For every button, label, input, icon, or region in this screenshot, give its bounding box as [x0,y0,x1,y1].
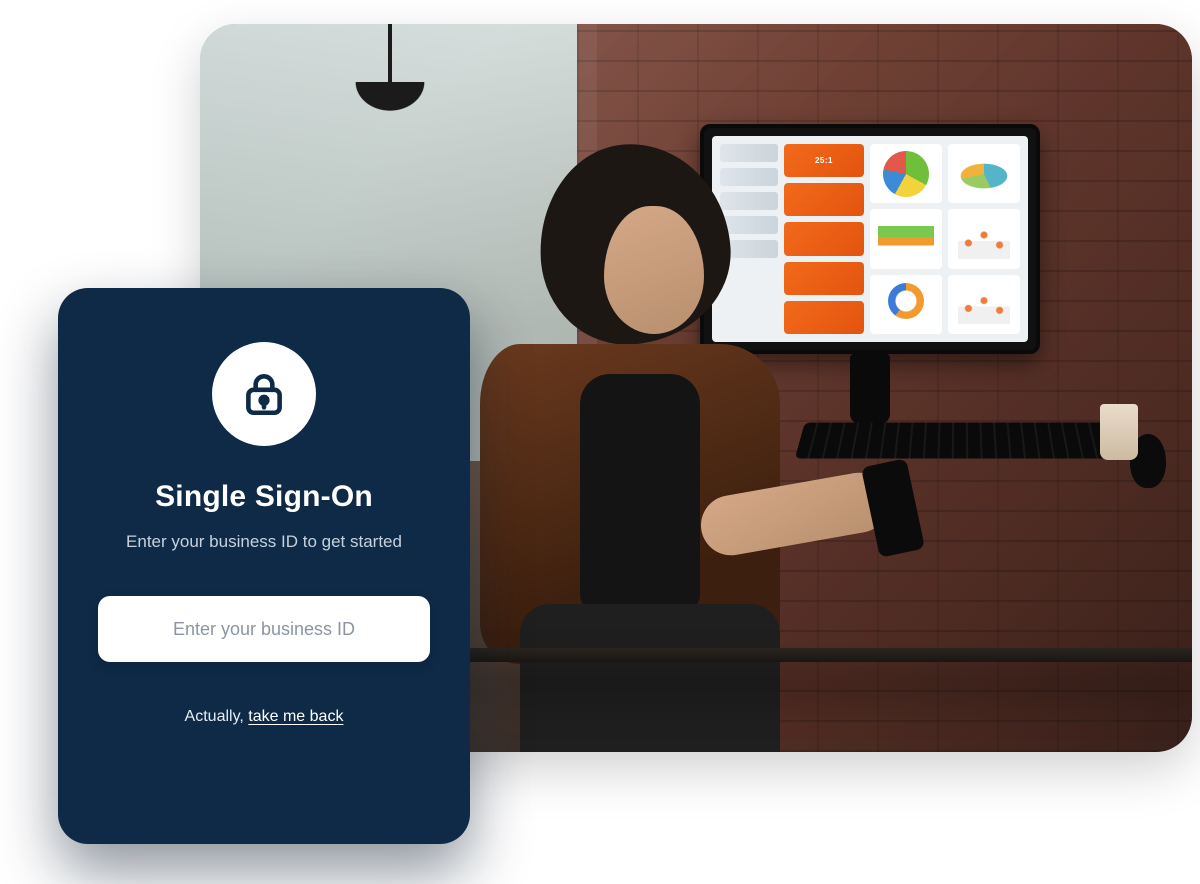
monitor-stand [850,354,890,424]
dashboard-charts [870,144,1020,334]
business-id-input[interactable] [98,596,430,662]
login-title: Single Sign-On [155,480,373,514]
login-subtitle: Enter your business ID to get started [126,532,402,552]
donut-chart-icon [870,275,942,334]
coffee-cup [1100,404,1138,460]
sso-login-card: Single Sign-On Enter your business ID to… [58,288,470,844]
lock-icon [212,342,316,446]
line-chart-icon [948,209,1020,268]
take-me-back-link[interactable]: take me back [248,708,343,725]
bar-chart-icon [870,209,942,268]
composition-stage: 25:1 [0,0,1200,884]
back-line: Actually, take me back [185,708,344,726]
person-face [604,206,704,334]
keyboard [795,423,1125,459]
back-prefix: Actually, [185,708,249,725]
pie-chart-icon [870,144,942,203]
pie-chart-3d-icon [948,144,1020,203]
person-legs [520,604,780,752]
line-chart-icon [948,275,1020,334]
ceiling-lamp-icon [330,82,450,132]
